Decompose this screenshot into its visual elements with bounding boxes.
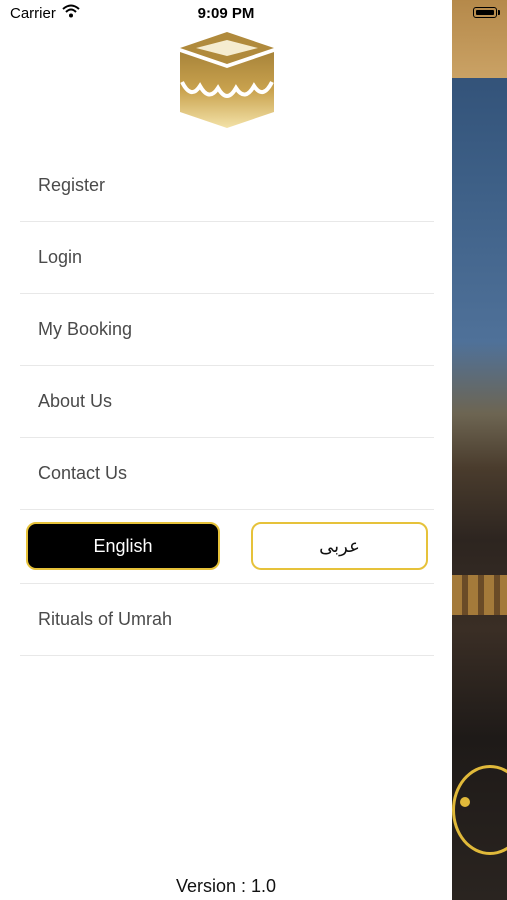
- fab-dot-icon: [460, 797, 470, 807]
- language-english-button[interactable]: English: [26, 522, 220, 570]
- side-drawer: Register Login My Booking About Us Conta…: [0, 0, 452, 900]
- version-label: Version : 1.0: [175, 876, 277, 896]
- floating-action-button[interactable]: [452, 765, 507, 855]
- photo-kiswah-band: [452, 575, 507, 615]
- status-time: 9:09 PM: [197, 5, 255, 22]
- status-bar: Carrier 9:09 PM: [0, 0, 507, 28]
- menu-item-my-booking[interactable]: My Booking: [20, 294, 434, 366]
- menu-item-register[interactable]: Register: [20, 150, 434, 222]
- language-selector: English عربى: [20, 510, 434, 584]
- menu-item-contact-us[interactable]: Contact Us: [20, 438, 434, 510]
- battery-tip: [498, 10, 500, 15]
- menu-item-rituals-of-umrah[interactable]: Rituals of Umrah: [20, 584, 434, 656]
- kaaba-logo: [178, 30, 276, 130]
- menu-item-about-us[interactable]: About Us: [20, 366, 434, 438]
- menu-item-login[interactable]: Login: [20, 222, 434, 294]
- drawer-menu: Register Login My Booking About Us Conta…: [20, 150, 434, 656]
- language-arabic-button[interactable]: عربى: [251, 522, 428, 570]
- battery-icon: [473, 7, 497, 18]
